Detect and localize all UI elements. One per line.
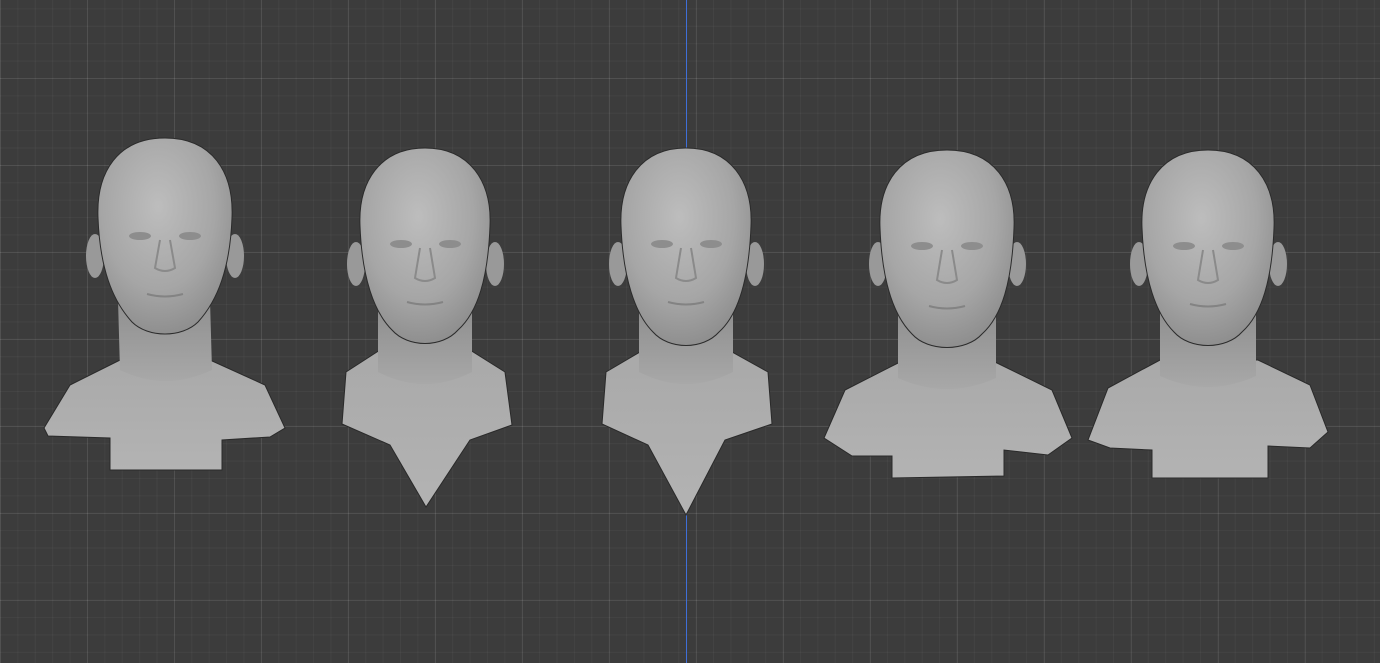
head-model-3[interactable] — [601, 147, 773, 517]
3d-viewport[interactable] — [0, 0, 1380, 663]
scene — [43, 137, 1329, 517]
head-model-4[interactable] — [823, 149, 1073, 479]
head-model-2[interactable] — [341, 147, 513, 508]
head-model-5[interactable] — [1087, 149, 1329, 479]
head-model-1[interactable] — [43, 137, 286, 471]
